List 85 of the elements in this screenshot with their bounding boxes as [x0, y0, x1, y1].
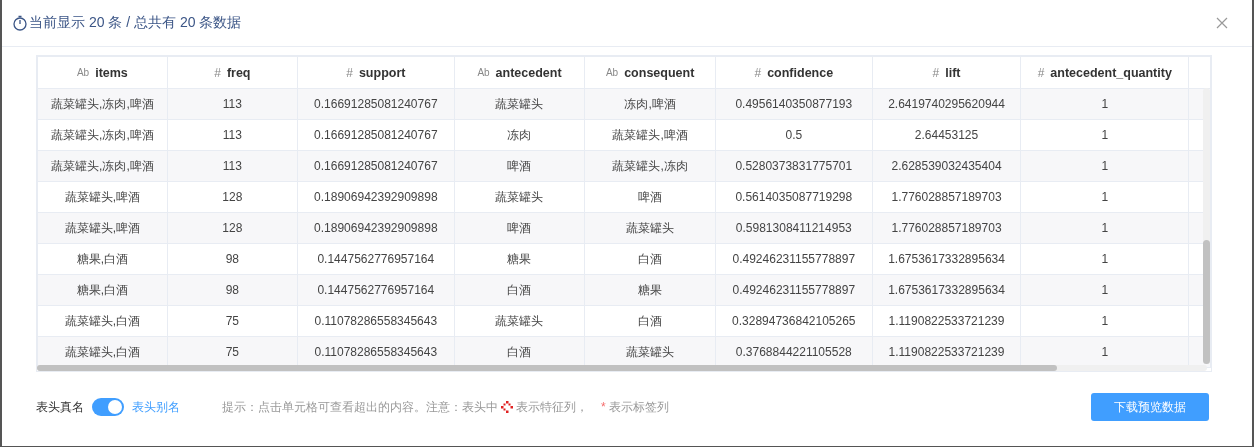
table-cell[interactable]: 128 [167, 212, 298, 244]
table-cell[interactable]: 白酒 [454, 274, 585, 306]
hint-text: 表示特征列， [516, 398, 588, 416]
hint-text: 提示：点击单元格可查看超出的内容。注意：表头中 [222, 398, 498, 416]
table-cell[interactable]: 128 [167, 181, 298, 213]
table-cell[interactable]: 蔬菜罐头,啤酒 [584, 119, 716, 151]
table-cell[interactable]: 蔬菜罐头,冻肉,啤酒 [37, 88, 168, 120]
table-cell[interactable]: 1.6753617332895634 [872, 274, 1021, 306]
table-cell[interactable]: 0.49246231155778897 [715, 243, 873, 275]
alias-label: 表头别名 [132, 398, 180, 416]
table-cell[interactable]: 蔬菜罐头,冻肉 [584, 150, 716, 182]
table-cell[interactable]: 糖果,白酒 [37, 243, 168, 275]
table-cell[interactable]: 0.5614035087719298 [715, 181, 873, 213]
table-cell[interactable]: 糖果,白酒 [37, 274, 168, 306]
feature-column-icon [501, 401, 513, 413]
table-cell[interactable]: 0.49246231155778897 [715, 274, 873, 306]
header-name-toggle[interactable] [92, 398, 124, 416]
table-cell[interactable]: 1.6753617332895634 [872, 243, 1021, 275]
table-cell[interactable]: 2.64453125 [872, 119, 1021, 151]
table-cell[interactable]: 98 [167, 274, 298, 306]
table-cell[interactable]: 冻肉 [454, 119, 585, 151]
table-cell[interactable]: 0.16691285081240767 [297, 150, 455, 182]
table-cell[interactable]: 1 [1020, 88, 1189, 120]
table-cell[interactable]: 白酒 [584, 305, 716, 337]
table-cell[interactable]: 0.1447562776957164 [297, 274, 455, 306]
table-cell[interactable]: 1.1190822533721239 [872, 305, 1021, 337]
vertical-scrollbar[interactable] [1203, 88, 1210, 364]
column-header[interactable]: # freq [167, 56, 298, 89]
table-cell[interactable]: 1 [1020, 150, 1189, 182]
table-cell[interactable]: 0.18906942392909898 [297, 181, 455, 213]
table-cell[interactable]: 蔬菜罐头,白酒 [37, 305, 168, 337]
table-cell[interactable]: 糖果 [454, 243, 585, 275]
table-cell[interactable]: 0.5981308411214953 [715, 212, 873, 244]
table-cell[interactable]: 0.18906942392909898 [297, 212, 455, 244]
table-cell[interactable]: 啤酒 [584, 181, 716, 213]
horizontal-scrollbar[interactable] [37, 365, 1207, 371]
table-cell[interactable]: 113 [167, 119, 298, 151]
table-cell[interactable]: 蔬菜罐头 [584, 212, 716, 244]
column-header[interactable]: # lift [872, 56, 1021, 89]
table-cell[interactable]: 0.16691285081240767 [297, 119, 455, 151]
column-header[interactable]: # antecedent_quantity [1020, 56, 1189, 89]
table-cell[interactable]: 98 [167, 243, 298, 275]
table-cell[interactable]: 蔬菜罐头,冻肉,啤酒 [37, 119, 168, 151]
table-cell[interactable]: 蔬菜罐头,啤酒 [37, 181, 168, 213]
table-cell[interactable]: 2.628539032435404 [872, 150, 1021, 182]
table-cell[interactable]: 0.4956140350877193 [715, 88, 873, 120]
table-cell[interactable]: 0.1447562776957164 [297, 243, 455, 275]
column-header[interactable]: Ab consequent [584, 56, 716, 89]
table-cell[interactable]: 0.16691285081240767 [297, 88, 455, 120]
table-cell[interactable]: 1.776028857189703 [872, 212, 1021, 244]
table-cell[interactable]: 1.776028857189703 [872, 181, 1021, 213]
close-icon[interactable] [1216, 17, 1228, 29]
table-cell[interactable]: 蔬菜罐头,冻肉,啤酒 [37, 150, 168, 182]
table-cell[interactable]: 1 [1020, 119, 1189, 151]
table-cell[interactable]: 蔬菜罐头 [454, 305, 585, 337]
column-header[interactable]: Ab items [37, 56, 168, 89]
column-header[interactable]: # confidence [715, 56, 873, 89]
table-cell[interactable]: 0.11078286558345643 [297, 305, 455, 337]
table-cell[interactable]: 1 [1020, 305, 1189, 337]
table-cell[interactable]: 1 [1020, 274, 1189, 306]
table-cell[interactable]: 0.5 [715, 119, 873, 151]
table-cell[interactable]: 75 [167, 305, 298, 337]
table-cell[interactable]: 糖果 [584, 274, 716, 306]
column-header[interactable]: # support [297, 56, 455, 89]
table-cell[interactable]: 啤酒 [454, 212, 585, 244]
table-cell[interactable]: 113 [167, 150, 298, 182]
table-cell[interactable]: 白酒 [584, 243, 716, 275]
column-header[interactable]: Ab antecedent [454, 56, 585, 89]
table-cell[interactable]: 1 [1020, 181, 1189, 213]
real-name-label: 表头真名 [36, 398, 84, 416]
table-cell[interactable]: 1 [1020, 243, 1189, 275]
table-cell[interactable]: 0.5280373831775701 [715, 150, 873, 182]
table-cell[interactable]: 2.6419740295620944 [872, 88, 1021, 120]
table-cell[interactable]: 冻肉,啤酒 [584, 88, 716, 120]
table-cell[interactable]: 113 [167, 88, 298, 120]
table-cell[interactable]: 蔬菜罐头,啤酒 [37, 212, 168, 244]
table-cell[interactable]: 1 [1020, 212, 1189, 244]
stopwatch-icon [12, 15, 28, 31]
hint-text: 表示标签列 [608, 398, 669, 416]
table-cell[interactable]: 0.32894736842105265 [715, 305, 873, 337]
label-column-mark: * [601, 400, 606, 414]
dialog-title: 当前显示 20 条 / 总共有 20 条数据 [29, 14, 242, 32]
table-cell[interactable]: 蔬菜罐头 [454, 88, 585, 120]
table-cell[interactable]: 蔬菜罐头 [454, 181, 585, 213]
table-cell[interactable]: 啤酒 [454, 150, 585, 182]
